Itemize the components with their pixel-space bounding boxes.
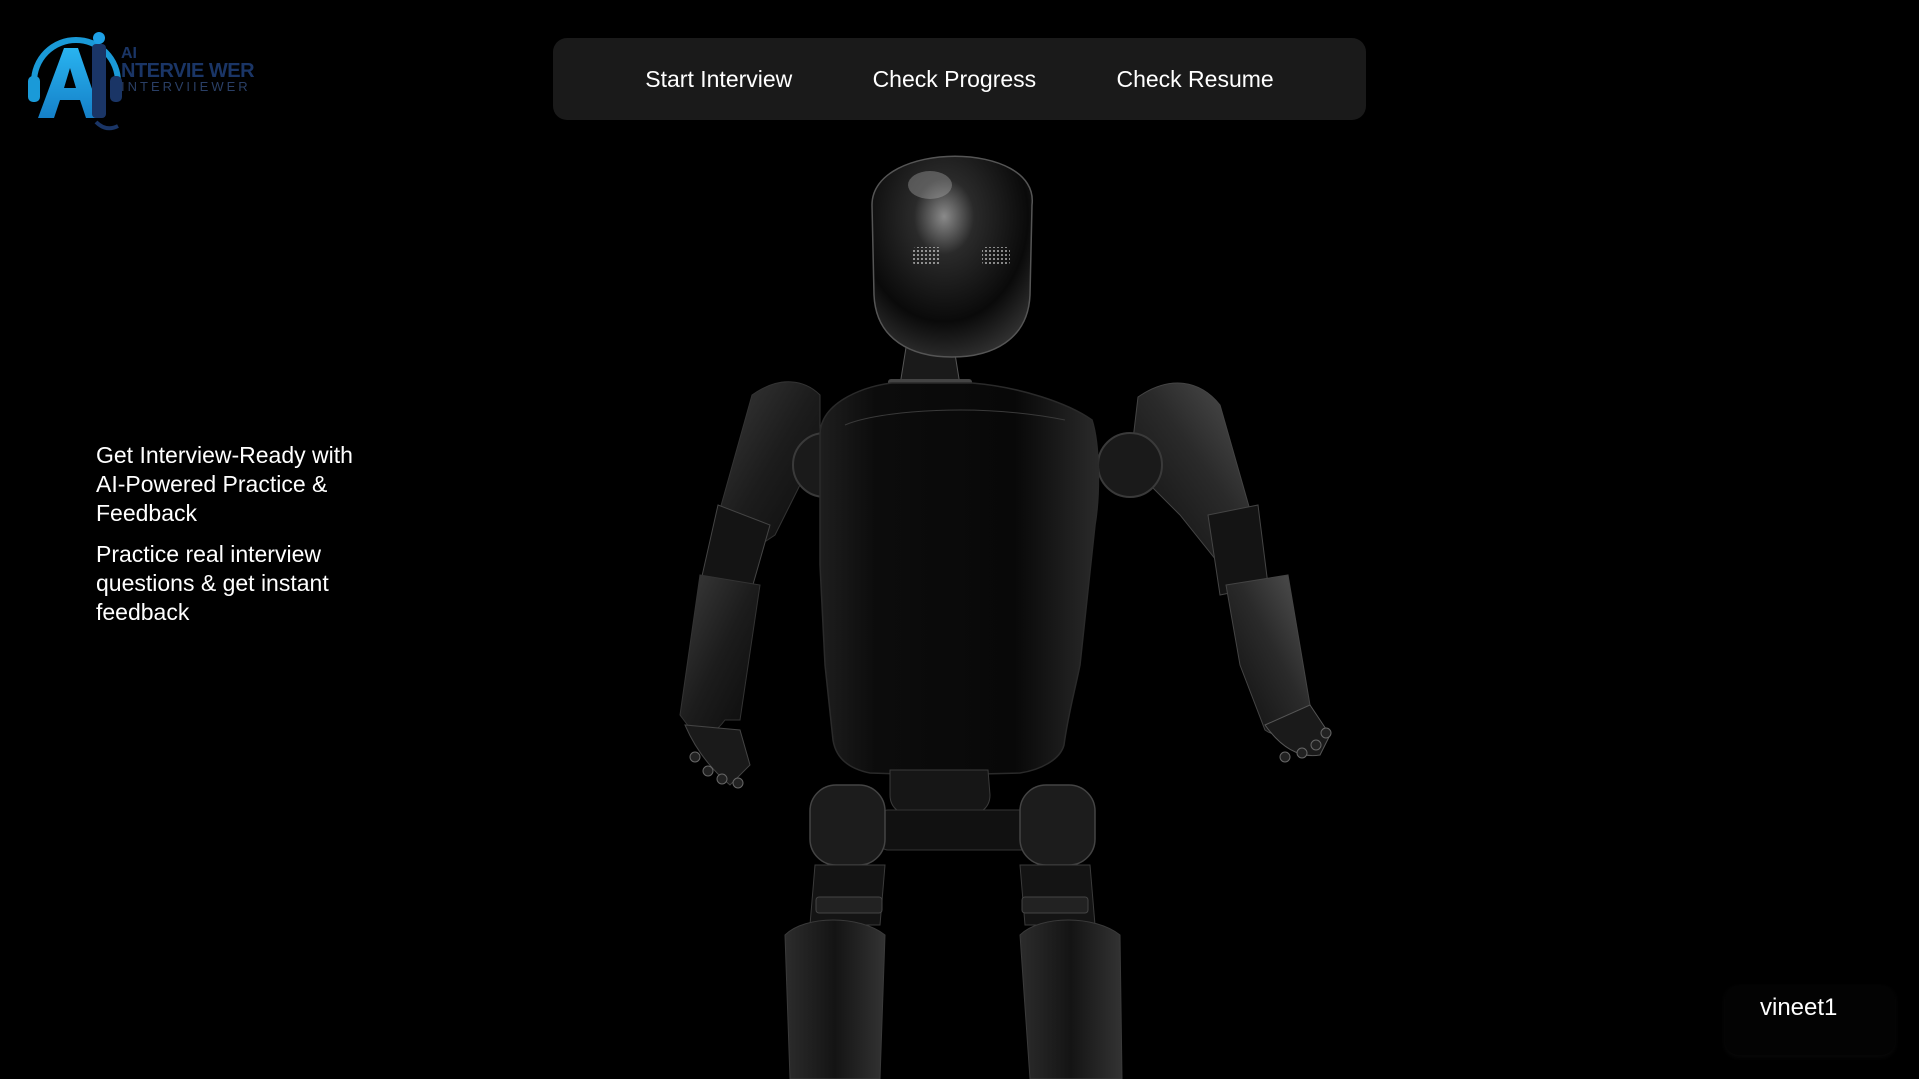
top-nav: Start Interview Check Progress Check Res… (553, 38, 1366, 120)
logo-text-line3: INTERVIIEWER (121, 79, 251, 94)
logo-wordmark: AI NTERVIE WER INTERVIIEWER (121, 46, 255, 94)
start-interview-button[interactable]: Start Interview (633, 58, 804, 101)
check-progress-button[interactable]: Check Progress (861, 58, 1049, 101)
hero-section: Get Interview-Ready with AI-Powered Prac… (96, 441, 386, 627)
hero-subtitle: Practice real interview questions & get … (96, 541, 329, 625)
check-resume-button[interactable]: Check Resume (1104, 58, 1285, 101)
hero-title: Get Interview-Ready with AI-Powered Prac… (96, 442, 353, 526)
landing-page: AI NTERVIE WER INTERVIIEWER Start Interv… (0, 0, 1919, 1079)
robot-illustration (679, 155, 1332, 1079)
logo-mark-icon (28, 32, 122, 131)
user-name[interactable]: vineet1 (1760, 994, 1837, 1022)
app-logo[interactable]: AI NTERVIE WER INTERVIIEWER (26, 30, 266, 135)
logo-text-line2: NTERVIE WER (121, 60, 255, 82)
